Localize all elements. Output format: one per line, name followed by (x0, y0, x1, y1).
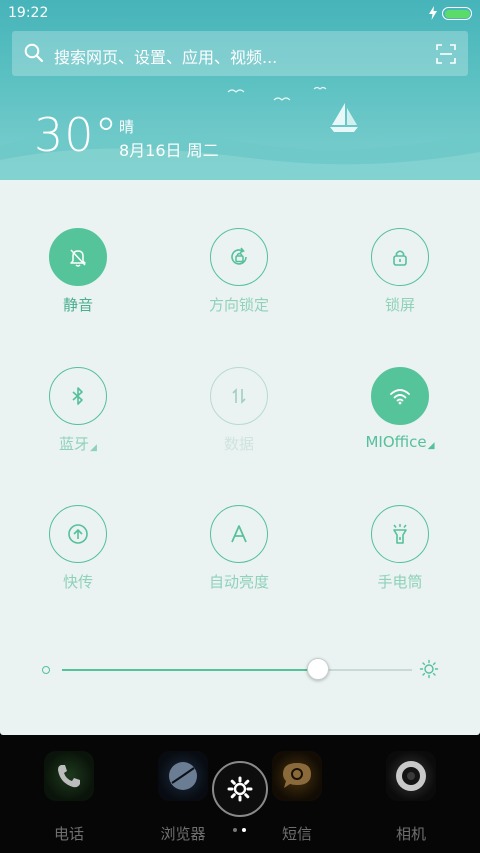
toggle-flashlight-label: 手电筒 (377, 573, 423, 591)
toggle-auto-brightness-label: 自动亮度 (208, 573, 269, 591)
app-browser-label: 浏览器 (160, 825, 206, 843)
brightness-track[interactable] (62, 669, 412, 671)
app-camera-label: 相机 (395, 825, 426, 843)
app-dock: 电话 浏览器 短信 相机 (0, 735, 480, 853)
brightness-high-icon (419, 659, 439, 679)
toggle-mobile-data-label: 数据 (223, 435, 254, 453)
toggle-bluetooth-button[interactable] (49, 367, 107, 425)
toggle-bluetooth-label: 蓝牙◢ (18, 433, 138, 454)
app-phone[interactable]: 电话 (14, 735, 114, 843)
toggle-bluetooth[interactable]: 蓝牙◢ (18, 367, 138, 477)
toggle-bluetooth-text: 蓝牙 (59, 435, 90, 453)
rotation-lock-icon (231, 247, 247, 265)
toggle-silent-button[interactable] (49, 228, 107, 286)
battery-level (444, 9, 470, 18)
toggle-wifi-button[interactable] (371, 367, 429, 425)
toggle-silent[interactable]: 静音 (18, 228, 138, 338)
page-dot (233, 828, 237, 832)
browser-icon (158, 751, 208, 801)
brightness-low-icon (42, 666, 50, 674)
status-time: 19:22 (8, 5, 49, 21)
toggle-quick-share-label: 快传 (62, 573, 93, 591)
birds-decoration (227, 86, 327, 101)
mobile-data-icon (232, 388, 246, 404)
toggle-rotation-lock[interactable]: 方向锁定 (179, 228, 299, 338)
toggle-wifi[interactable]: MIOffice◢ (340, 367, 460, 477)
toggle-lock-screen-button[interactable] (371, 228, 429, 286)
toggle-flashlight-button[interactable] (371, 505, 429, 563)
app-messages[interactable]: 短信 (242, 735, 342, 843)
bluetooth-menu-indicator[interactable]: ◢ (90, 443, 97, 453)
wifi-icon (390, 389, 410, 405)
brightness-fill (62, 669, 318, 671)
toggle-wifi-text: MIOffice (365, 433, 427, 451)
toggle-mobile-data[interactable]: 数据 (179, 367, 299, 477)
scan-icon[interactable] (436, 44, 456, 64)
wifi-menu-indicator[interactable]: ◢ (428, 441, 435, 451)
auto-brightness-icon (231, 525, 247, 543)
toggle-quick-share-button[interactable] (49, 505, 107, 563)
messages-icon (272, 751, 322, 801)
weather-header: 19:22 搜索网页、设置、应用、视频... 30° 晴 8月16日 周二 (0, 0, 480, 180)
toggle-rotation-lock-label: 方向锁定 (208, 296, 269, 314)
search-input[interactable]: 搜索网页、设置、应用、视频... (54, 44, 277, 68)
toggle-auto-brightness[interactable]: 自动亮度 (179, 505, 299, 615)
toggle-silent-label: 静音 (62, 296, 93, 314)
sailboat-decoration (330, 103, 358, 132)
toggle-lock-screen-label: 锁屏 (384, 296, 415, 314)
temperature: 30° (34, 108, 119, 162)
phone-icon (44, 751, 94, 801)
weather-condition: 晴 (119, 118, 135, 136)
date-label: 8月16日 周二 (119, 141, 219, 160)
app-messages-label: 短信 (281, 825, 312, 843)
toggle-rotation-lock-button[interactable] (210, 228, 268, 286)
bell-off-icon (70, 249, 86, 267)
toggle-lock-screen[interactable]: 锁屏 (340, 228, 460, 338)
toggle-auto-brightness-button[interactable] (210, 505, 268, 563)
search-icon (24, 43, 44, 63)
search-bar[interactable]: 搜索网页、设置、应用、视频... (12, 31, 468, 76)
quick-settings-panel: 静音 方向锁定 锁屏 蓝牙◢ 数据 MIOffice◢ 快传 自动亮度 手电筒 (0, 180, 480, 735)
brightness-slider[interactable] (40, 658, 440, 682)
share-transfer-icon (68, 524, 88, 544)
lock-icon (393, 250, 407, 266)
app-phone-label: 电话 (53, 825, 84, 843)
brightness-thumb[interactable] (306, 658, 329, 680)
toggle-flashlight[interactable]: 手电筒 (340, 505, 460, 615)
app-camera[interactable]: 相机 (356, 735, 456, 843)
bluetooth-icon (72, 387, 83, 405)
status-bar: 19:22 (0, 0, 480, 28)
camera-icon (386, 751, 436, 801)
charging-icon (429, 6, 437, 20)
battery-icon (442, 7, 472, 20)
toggle-mobile-data-button[interactable] (210, 367, 268, 425)
toggle-quick-share[interactable]: 快传 (18, 505, 138, 615)
toggle-wifi-label: MIOffice◢ (340, 433, 460, 451)
flashlight-icon (393, 524, 407, 544)
